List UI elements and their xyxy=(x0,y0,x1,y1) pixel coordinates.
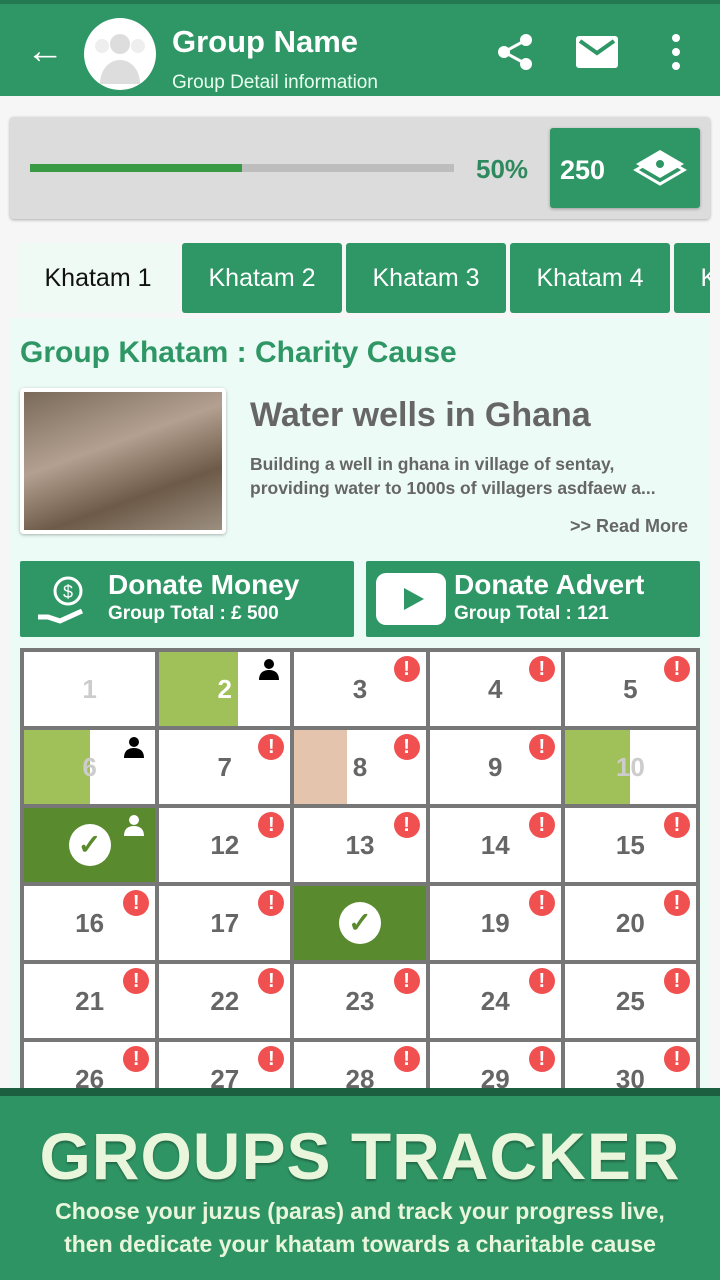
juz-cell-10[interactable]: 10 xyxy=(564,730,696,804)
donate-advert-button[interactable]: Donate Advert Group Total : 121 xyxy=(366,561,700,637)
group-avatar[interactable] xyxy=(84,18,156,90)
juz-cell-20[interactable]: 20! xyxy=(564,886,696,960)
banner-line-1: Choose your juzus (paras) and track your… xyxy=(55,1198,665,1224)
youtube-play-icon xyxy=(376,573,446,625)
khatam-tabs: Khatam 1Khatam 2Khatam 3Khatam 4Khatam 5 xyxy=(18,243,710,313)
khatam-count-button[interactable]: 250 xyxy=(550,128,700,208)
person-icon xyxy=(124,815,145,836)
check-circle-icon: ✓ xyxy=(338,902,381,944)
juz-cell-18[interactable]: ✓ xyxy=(294,886,426,960)
juz-cell-11[interactable]: ✓ xyxy=(24,808,156,882)
alert-icon: ! xyxy=(393,968,420,994)
donate-advert-label: Donate Advert xyxy=(454,569,645,600)
alert-icon: ! xyxy=(393,812,420,838)
tab-khatam-3[interactable]: Khatam 3 xyxy=(346,243,506,313)
alert-icon: ! xyxy=(393,656,420,682)
group-subtitle: Group Detail information xyxy=(172,72,378,93)
juz-cell-14[interactable]: 14! xyxy=(429,808,561,882)
alert-icon: ! xyxy=(123,890,150,916)
app-bar: ← Group Name Group Detail information xyxy=(0,0,720,96)
juz-cell-7[interactable]: 7! xyxy=(159,730,291,804)
mail-icon[interactable] xyxy=(576,36,618,68)
alert-icon: ! xyxy=(528,968,555,994)
alert-icon: ! xyxy=(528,734,555,760)
svg-text:$: $ xyxy=(63,582,73,602)
more-vert-icon[interactable] xyxy=(668,32,684,72)
juz-cell-4[interactable]: 4! xyxy=(429,652,561,726)
alert-icon: ! xyxy=(528,812,555,838)
banner-title: GROUPS TRACKER xyxy=(39,1119,681,1193)
juz-cell-8[interactable]: 8! xyxy=(294,730,426,804)
alert-icon: ! xyxy=(663,812,690,838)
check-circle-icon: ✓ xyxy=(68,824,111,866)
juz-cell-17[interactable]: 17! xyxy=(159,886,291,960)
juz-cell-2[interactable]: 2 xyxy=(159,652,291,726)
juz-cell-15[interactable]: 15! xyxy=(564,808,696,882)
alert-icon: ! xyxy=(663,890,690,916)
share-icon[interactable] xyxy=(496,32,536,72)
juz-cell-5[interactable]: 5! xyxy=(564,652,696,726)
juz-cell-9[interactable]: 9! xyxy=(429,730,561,804)
progress-fill xyxy=(30,164,242,172)
juz-number: 1 xyxy=(82,674,97,704)
juz-cell-3[interactable]: 3! xyxy=(294,652,426,726)
tab-khatam-4[interactable]: Khatam 4 xyxy=(510,243,670,313)
juz-number: 10 xyxy=(615,752,645,782)
alert-icon: ! xyxy=(123,1046,150,1072)
person-icon xyxy=(124,737,145,758)
khatam-progress-card: 50% 250 xyxy=(10,117,710,219)
donate-money-label: Donate Money xyxy=(108,569,300,600)
donate-money-icon: $ xyxy=(38,576,84,624)
alert-icon: ! xyxy=(663,656,690,682)
alert-icon: ! xyxy=(393,1046,420,1072)
progress-bar xyxy=(30,164,454,172)
alert-icon: ! xyxy=(123,968,150,994)
donate-advert-total: Group Total : 121 xyxy=(454,603,609,624)
tab-khatam-5[interactable]: Khatam 5 xyxy=(674,243,710,313)
cause-description: Building a well in ghana in village of s… xyxy=(250,454,656,498)
donate-money-total: Group Total : £ 500 xyxy=(108,603,279,624)
juz-cell-23[interactable]: 23! xyxy=(294,964,426,1038)
cause-name: Water wells in Ghana xyxy=(250,396,591,434)
tab-khatam-2[interactable]: Khatam 2 xyxy=(182,243,342,313)
quran-book-icon xyxy=(633,150,687,186)
juz-cell-25[interactable]: 25! xyxy=(564,964,696,1038)
juz-grid: 1 2 3! 4! 5! 6 7! 8! 9! 10 ✓ 12! 13! 14! 15! 16! 17! ✓ 19!… xyxy=(20,648,700,1120)
alert-icon: ! xyxy=(393,734,420,760)
progress-percent: 50% xyxy=(476,154,529,184)
alert-icon: ! xyxy=(528,890,555,916)
cause-heading: Group Khatam : Charity Cause xyxy=(20,336,457,369)
back-arrow-icon[interactable]: ← xyxy=(26,32,64,70)
juz-cell-16[interactable]: 16! xyxy=(24,886,156,960)
juz-cell-22[interactable]: 22! xyxy=(159,964,291,1038)
alert-icon: ! xyxy=(663,1046,690,1072)
banner-line-2: then dedicate your khatam towards a char… xyxy=(64,1231,656,1257)
juz-cell-13[interactable]: 13! xyxy=(294,808,426,882)
khatam-count: 250 xyxy=(560,155,606,185)
juz-cell-1[interactable]: 1 xyxy=(24,652,156,726)
juz-cell-24[interactable]: 24! xyxy=(429,964,561,1038)
tab-khatam-1[interactable]: Khatam 1 xyxy=(18,243,178,313)
alert-icon: ! xyxy=(528,656,555,682)
cause-photo[interactable] xyxy=(20,388,226,534)
person-icon xyxy=(259,659,280,680)
read-more-link[interactable]: >> Read More xyxy=(570,516,688,537)
alert-icon: ! xyxy=(528,1046,555,1072)
alert-icon: ! xyxy=(663,968,690,994)
juz-cell-21[interactable]: 21! xyxy=(24,964,156,1038)
juz-cell-6[interactable]: 6 xyxy=(24,730,156,804)
promo-banner: GROUPS TRACKER Choose your juzus (paras)… xyxy=(0,1088,720,1280)
juz-cell-19[interactable]: 19! xyxy=(429,886,561,960)
donate-money-button[interactable]: $ Donate Money Group Total : £ 500 xyxy=(20,561,354,637)
juz-cell-12[interactable]: 12! xyxy=(159,808,291,882)
group-title: Group Name xyxy=(172,24,359,59)
